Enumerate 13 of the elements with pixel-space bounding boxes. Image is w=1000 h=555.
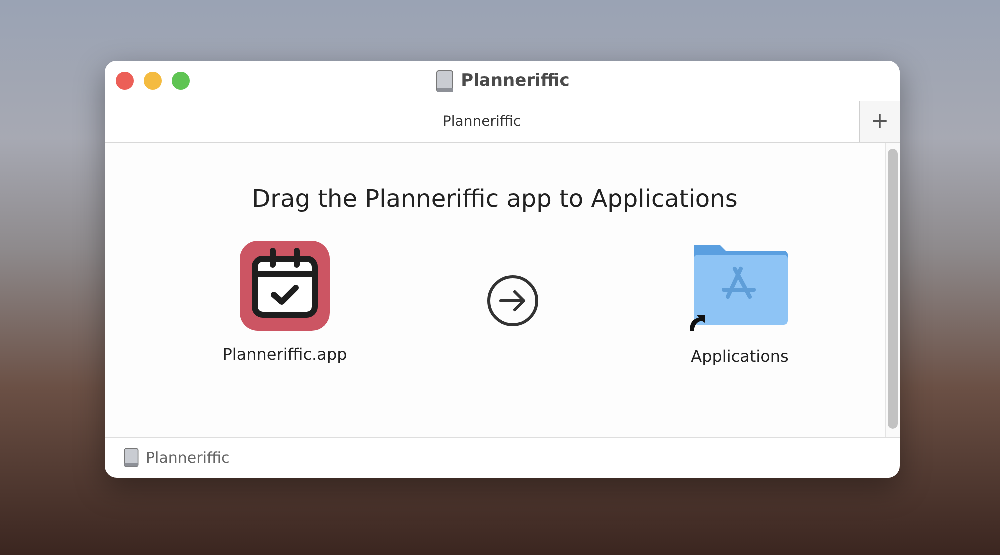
status-label: Planneriffic: [146, 449, 230, 467]
scrollbar-thumb[interactable]: [888, 149, 898, 429]
minimize-button[interactable]: [144, 72, 162, 90]
app-label: Planneriffic.app: [222, 345, 348, 364]
scrollbar[interactable]: [885, 143, 900, 437]
calendar-check-icon: [240, 241, 330, 331]
window-title: Planneriffic: [461, 71, 570, 91]
add-tab-button[interactable]: +: [859, 101, 900, 142]
folder-label: Applications: [691, 347, 789, 366]
zoom-button[interactable]: [172, 72, 190, 90]
instruction-heading: Drag the Planneriffic app to Applications: [252, 185, 738, 213]
close-button[interactable]: [116, 72, 134, 90]
arrow-right-icon: [486, 274, 540, 328]
